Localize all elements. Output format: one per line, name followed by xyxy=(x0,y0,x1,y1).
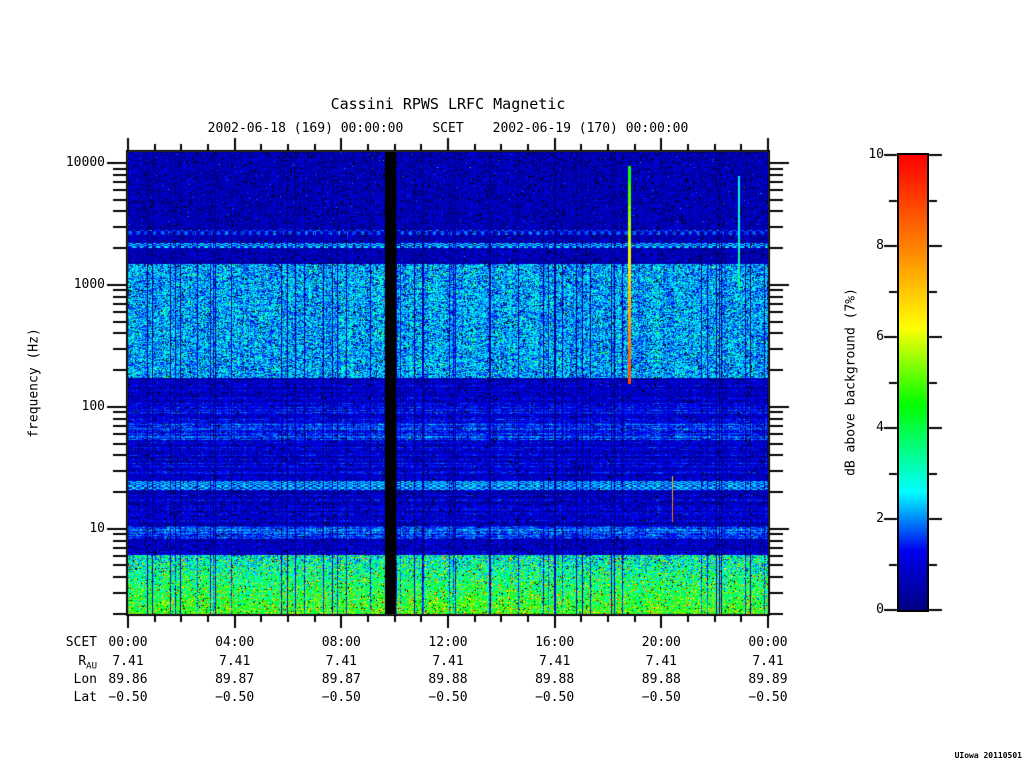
scet-label: SCET xyxy=(432,121,464,136)
colorbar-label: dB above background (7%) xyxy=(843,288,859,476)
y-tick-label: 10 xyxy=(89,520,105,536)
row-value: −0.50 xyxy=(428,690,468,705)
row-value: 08:00 xyxy=(321,635,361,650)
row-value: −0.50 xyxy=(535,690,575,705)
colorbar-tick-label: 6 xyxy=(876,329,884,344)
y-tick-label: 100 xyxy=(81,398,105,414)
row-value: 7.41 xyxy=(645,654,677,669)
row-value: 7.41 xyxy=(112,654,144,669)
time-range-header: 2002-06-18 (169) 00:00:00 SCET 2002-06-1… xyxy=(128,121,768,136)
colorbar-tick-label: 8 xyxy=(876,238,884,253)
row-value: 89.89 xyxy=(748,672,788,687)
row-value: 89.87 xyxy=(215,672,255,687)
version-watermark: UIowa 20110501 xyxy=(954,751,1022,760)
row-value: 7.41 xyxy=(219,654,251,669)
colorbar xyxy=(897,153,929,612)
colorbar-tick-label: 2 xyxy=(876,511,884,526)
row-value: 00:00 xyxy=(108,635,148,650)
colorbar-tick-label: 10 xyxy=(868,147,884,162)
end-time-label: 2002-06-19 (170) 00:00:00 xyxy=(492,121,689,136)
row-value: 89.87 xyxy=(321,672,361,687)
spectrogram-image xyxy=(128,152,768,614)
row-value: 89.88 xyxy=(641,672,681,687)
row-value: 7.41 xyxy=(539,654,571,669)
start-time-label: 2002-06-18 (169) 00:00:00 xyxy=(207,121,404,136)
row-value: −0.50 xyxy=(641,690,681,705)
row-value: 20:00 xyxy=(641,635,681,650)
row-value: 89.86 xyxy=(108,672,148,687)
row-value: −0.50 xyxy=(321,690,361,705)
row-value: 00:00 xyxy=(748,635,788,650)
y-tick-label: 1000 xyxy=(73,276,105,292)
row-value: −0.50 xyxy=(108,690,148,705)
y-tick-label: 10000 xyxy=(65,154,105,170)
row-value: 7.41 xyxy=(325,654,357,669)
colorbar-tick-label: 0 xyxy=(876,602,884,617)
row-value: 89.88 xyxy=(428,672,468,687)
spectrogram-plot-page: Cassini RPWS LRFC Magnetic 2002-06-18 (1… xyxy=(0,0,1024,768)
row-value: 04:00 xyxy=(215,635,255,650)
plot-title: Cassini RPWS LRFC Magnetic xyxy=(330,95,566,113)
row-value: −0.50 xyxy=(215,690,255,705)
colorbar-tick-label: 4 xyxy=(876,420,884,435)
row-value: 89.88 xyxy=(535,672,575,687)
row-value: 16:00 xyxy=(535,635,575,650)
row-value: −0.50 xyxy=(748,690,788,705)
y-axis-label: frequency (Hz) xyxy=(26,328,42,438)
row-value: 12:00 xyxy=(428,635,468,650)
row-value: 7.41 xyxy=(752,654,784,669)
row-value: 7.41 xyxy=(432,654,464,669)
